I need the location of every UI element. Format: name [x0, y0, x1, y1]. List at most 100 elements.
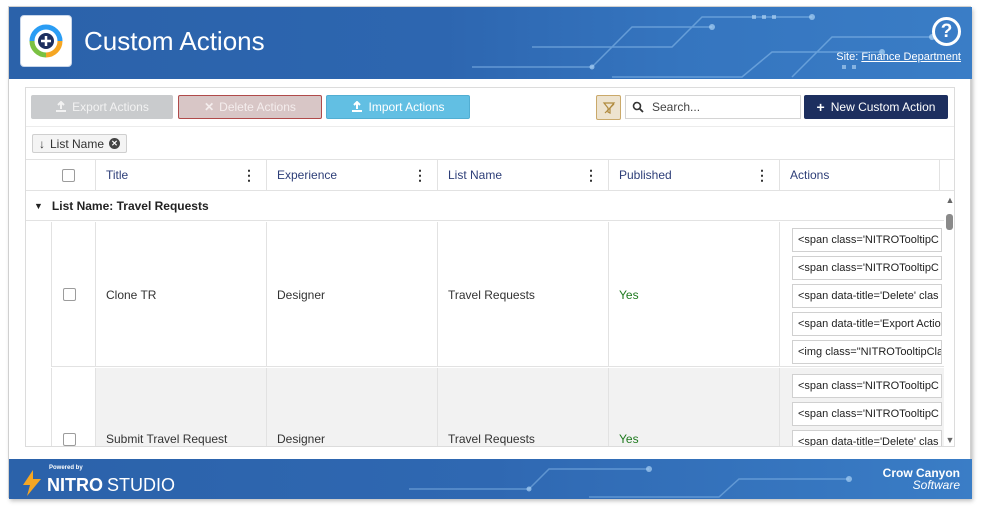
grid-header: Title ⋮ Experience ⋮ List Name ⋮ Publish…: [26, 159, 954, 191]
brand-nitro-text: NITRO: [47, 475, 103, 495]
group-by-chip[interactable]: ↓ List Name ✕: [32, 134, 128, 153]
experience-text: Designer: [277, 288, 326, 302]
list-name-text: Travel Requests: [448, 288, 535, 302]
grouping-bar: ↓ List Name ✕: [26, 126, 954, 159]
export-icon: [56, 101, 67, 112]
group-chip-label: List Name: [50, 136, 105, 151]
brand-studio-text: STUDIO: [107, 475, 176, 495]
column-menu-icon[interactable]: ⋮: [242, 167, 256, 184]
title-text: Submit Travel Request: [106, 432, 228, 446]
nitro-studio-logo: Powered by NITRO STUDIO: [21, 465, 175, 496]
plus-icon: +: [816, 99, 825, 115]
column-header-list-name[interactable]: List Name ⋮: [438, 160, 609, 190]
published-text: Yes: [619, 288, 639, 302]
action-entry[interactable]: <span data-title='Delete' clas: [792, 430, 942, 446]
cell-experience: Designer: [267, 368, 438, 446]
import-actions-button[interactable]: Import Actions: [326, 95, 470, 119]
row-checkbox[interactable]: [63, 433, 76, 446]
cell-experience: Designer: [267, 222, 438, 366]
search-box[interactable]: [625, 95, 801, 119]
new-custom-action-label: New Custom Action: [830, 100, 936, 114]
action-entry[interactable]: <span class='NITROTooltipC: [792, 228, 942, 252]
circuit-decoration: [472, 14, 935, 78]
footer-banner: Powered by NITRO STUDIO Crow Canyon Soft…: [9, 459, 972, 499]
lightning-icon: [23, 470, 41, 496]
help-icon[interactable]: ?: [932, 17, 961, 46]
delete-actions-button[interactable]: ✕ Delete Actions: [178, 95, 322, 119]
row-select-cell: [51, 368, 96, 446]
column-published-label: Published: [619, 168, 672, 182]
column-header-actions[interactable]: Actions: [780, 160, 940, 190]
column-actions-label: Actions: [790, 168, 830, 182]
cell-published: Yes: [609, 222, 780, 366]
action-entry[interactable]: <img class="NITROTooltipCla: [792, 340, 942, 364]
cell-published: Yes: [609, 368, 780, 446]
crow-canyon-logo: Crow Canyon Software: [883, 467, 960, 491]
published-text: Yes: [619, 432, 639, 446]
cell-actions: <span class='NITROTooltipC <span class='…: [780, 222, 944, 366]
new-custom-action-button[interactable]: + New Custom Action: [804, 95, 948, 119]
action-entry[interactable]: <span class='NITROTooltipC: [792, 402, 942, 426]
import-icon: [352, 101, 363, 112]
site-info: Site: Finance Department: [836, 51, 961, 63]
column-list-name-label: List Name: [448, 168, 503, 182]
site-label: Site:: [836, 51, 859, 63]
table-row[interactable]: Clone TR Designer Travel Requests Yes <s…: [51, 222, 944, 367]
delete-actions-label: Delete Actions: [219, 100, 296, 114]
column-header-published[interactable]: Published ⋮: [609, 160, 780, 190]
group-header-label: List Name: Travel Requests: [51, 199, 209, 213]
app-logo: [20, 15, 72, 67]
export-actions-label: Export Actions: [72, 100, 149, 114]
cell-list-name: Travel Requests: [438, 368, 609, 446]
header-banner: Custom Actions ? Site: Finance Departmen…: [9, 7, 972, 79]
experience-text: Designer: [277, 432, 326, 446]
search-input[interactable]: [652, 100, 792, 114]
header-select-cell: [26, 160, 52, 190]
cell-title: Submit Travel Request: [96, 368, 267, 446]
scroll-down-icon[interactable]: ▼: [945, 435, 954, 445]
circuit-decoration: [409, 466, 852, 498]
clear-filter-button[interactable]: [596, 95, 621, 120]
page-title: Custom Actions: [84, 26, 265, 56]
column-experience-label: Experience: [277, 168, 338, 182]
column-menu-icon[interactable]: ⋮: [584, 167, 598, 184]
site-link[interactable]: Finance Department: [861, 51, 961, 63]
vertical-scrollbar[interactable]: ▲ ▼: [944, 192, 954, 446]
action-entry[interactable]: <span data-title='Delete' clas: [792, 284, 942, 308]
cell-actions: <span class='NITROTooltipC <span class='…: [780, 368, 944, 446]
select-all-cell: [52, 160, 96, 190]
export-actions-button[interactable]: Export Actions: [31, 95, 173, 119]
column-header-title[interactable]: Title ⋮: [96, 160, 267, 190]
remove-group-icon[interactable]: ✕: [109, 138, 121, 149]
select-all-checkbox[interactable]: [62, 168, 75, 182]
collapse-triangle-icon[interactable]: ▼: [34, 201, 43, 211]
scrollbar-thumb[interactable]: [946, 214, 953, 230]
column-header-experience[interactable]: Experience ⋮: [267, 160, 438, 190]
column-menu-icon[interactable]: ⋮: [755, 167, 769, 184]
custom-actions-logo-icon: [29, 24, 63, 58]
action-entry[interactable]: <span class='NITROTooltipC: [792, 374, 942, 398]
table-row[interactable]: Submit Travel Request Designer Travel Re…: [51, 368, 944, 446]
actions-panel: Export Actions ✕ Delete Actions Import A…: [25, 87, 955, 447]
app-window: Custom Actions ? Site: Finance Departmen…: [8, 6, 972, 499]
cell-title: Clone TR: [96, 222, 267, 366]
filter-clear-icon: [602, 101, 615, 114]
action-entry[interactable]: <span class='NITROTooltipC: [792, 256, 942, 280]
search-icon: [632, 101, 644, 113]
close-icon: ✕: [204, 100, 215, 114]
powered-by-text: Powered by: [49, 465, 83, 471]
sort-arrow-down-icon: ↓: [39, 136, 45, 151]
group-header-row[interactable]: ▼ List Name: Travel Requests: [26, 192, 944, 221]
toolbar: Export Actions ✕ Delete Actions Import A…: [26, 88, 954, 126]
import-actions-label: Import Actions: [368, 100, 445, 114]
list-name-text: Travel Requests: [448, 432, 535, 446]
action-entry[interactable]: <span data-title='Export Actio: [792, 312, 942, 336]
column-title-label: Title: [106, 168, 129, 182]
row-select-cell: [51, 222, 96, 366]
title-text: Clone TR: [106, 288, 157, 302]
row-checkbox[interactable]: [63, 288, 76, 301]
cell-list-name: Travel Requests: [438, 222, 609, 366]
company-name-line2: Software: [912, 478, 960, 492]
column-menu-icon[interactable]: ⋮: [413, 167, 427, 184]
scroll-up-icon[interactable]: ▲: [945, 195, 954, 205]
